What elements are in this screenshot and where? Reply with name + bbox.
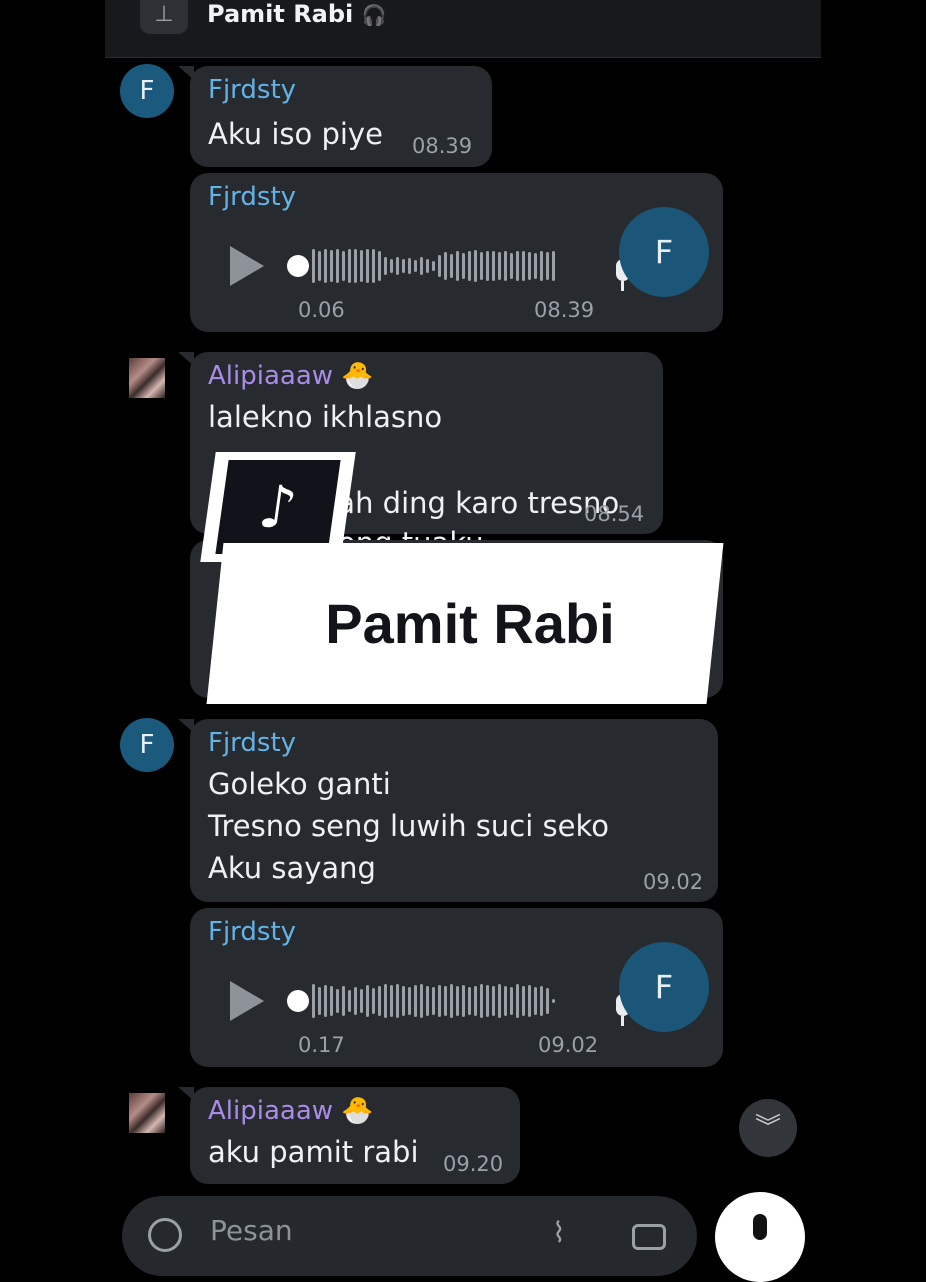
message-time: 08.39 [412, 134, 473, 158]
message-bubble[interactable]: Fjrdsty Aku iso piye 08.39 [190, 66, 492, 167]
waveform[interactable] [312, 248, 555, 284]
message-text-line: lalekno ikhlasno [208, 400, 443, 434]
play-icon[interactable] [230, 981, 264, 1021]
message-text: Aku iso piye [208, 117, 383, 151]
avatar[interactable]: F [619, 207, 709, 297]
avatar[interactable]: F [619, 942, 709, 1032]
avatar[interactable]: F [120, 718, 174, 772]
pinned-title[interactable]: Pamit Rabi 🎧 [207, 0, 387, 29]
playback-position-dot[interactable] [287, 990, 309, 1012]
avatar[interactable]: F [120, 64, 174, 118]
play-icon[interactable] [230, 246, 264, 286]
playback-position-dot[interactable] [287, 255, 309, 277]
camera-icon[interactable] [632, 1224, 666, 1250]
sender-name[interactable]: Fjrdsty [208, 181, 296, 213]
message-text: aku pamit rabi [208, 1135, 419, 1169]
sender-name[interactable]: Fjrdsty [208, 916, 296, 948]
tiktok-logo: ♪ [215, 460, 341, 554]
voice-duration: 0.17 [298, 1033, 345, 1057]
message-time: 08.39 [534, 298, 595, 322]
headphones-icon: 🎧 [361, 3, 387, 27]
message-bubble[interactable]: Fjrdsty Goleko ganti Tresno seng luwih s… [190, 719, 718, 902]
message-time: 08.54 [584, 502, 645, 526]
overlay-banner-text: Pamit Rabi [325, 592, 615, 655]
sender-name[interactable]: Fjrdsty [208, 727, 296, 759]
message-bubble[interactable]: Alipiaaaw 🐣 aku pamit rabi 09.20 [190, 1087, 520, 1184]
message-text: Goleko ganti Tresno seng luwih suci seko… [208, 767, 609, 885]
message-time: 09.02 [538, 1033, 599, 1057]
voice-duration: 0.06 [298, 298, 345, 322]
pinned-title-text: Pamit Rabi [207, 0, 354, 28]
sender-name[interactable]: Fjrdsty [208, 74, 296, 106]
paperclip-icon[interactable]: ⌇ [552, 1216, 566, 1249]
waveform[interactable] [312, 983, 555, 1019]
message-compose-bar[interactable]: Pesan ⌇ [122, 1196, 697, 1276]
message-time: 09.20 [443, 1152, 504, 1176]
emoji-icon[interactable] [148, 1218, 182, 1252]
record-voice-button[interactable] [715, 1192, 805, 1282]
avatar[interactable] [129, 1093, 165, 1133]
message-input[interactable]: Pesan [210, 1214, 293, 1247]
double-chevron-down-icon[interactable]: ︾ [739, 1099, 797, 1157]
message-time: 09.02 [643, 870, 704, 894]
mic-icon [753, 1214, 767, 1240]
sender-name[interactable]: Alipiaaaw 🐣 [208, 360, 374, 392]
avatar[interactable] [129, 358, 165, 398]
sender-name[interactable]: Alipiaaaw 🐣 [208, 1095, 374, 1127]
pin-icon[interactable]: ⊥ [140, 0, 188, 34]
